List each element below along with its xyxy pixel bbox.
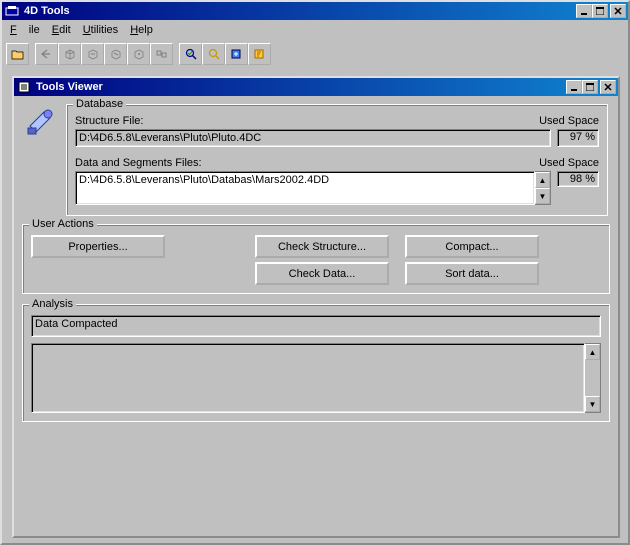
close-button[interactable] bbox=[610, 4, 626, 18]
scroll-down-icon[interactable]: ▼ bbox=[535, 188, 550, 204]
viewer-window-controls bbox=[566, 80, 616, 94]
analysis-status: Data Compacted bbox=[31, 315, 601, 337]
viewer-minimize-button[interactable] bbox=[566, 80, 582, 94]
database-group: Database Structure File: Used Space D:\4… bbox=[66, 104, 608, 216]
compact-tool-icon[interactable] bbox=[225, 43, 248, 65]
scroll-up-icon[interactable]: ▲ bbox=[585, 344, 600, 360]
analysis-scrollbar[interactable]: ▲ ▼ bbox=[585, 343, 601, 413]
structure-file-path: D:\4D6.5.8\Leverans\Pluto\Pluto.4DC bbox=[75, 129, 551, 147]
main-window: 4D Tools File Edit Utilities Help bbox=[0, 0, 630, 545]
menubar: File Edit Utilities Help bbox=[2, 20, 628, 39]
sort-tool-icon[interactable] bbox=[248, 43, 271, 65]
main-titlebar[interactable]: 4D Tools bbox=[2, 2, 628, 20]
viewer-maximize-button[interactable] bbox=[582, 80, 598, 94]
analysis-group: Analysis Data Compacted ▲ ▼ bbox=[22, 304, 610, 422]
viewer-title: Tools Viewer bbox=[34, 81, 566, 93]
data-used-space: 98 % bbox=[557, 171, 599, 187]
search-icon[interactable] bbox=[202, 43, 225, 65]
data-list-scrollbar[interactable]: ▲ ▼ bbox=[535, 171, 551, 205]
data-files-label: Data and Segments Files: bbox=[75, 157, 202, 169]
menu-utilities[interactable]: Utilities bbox=[77, 22, 124, 38]
used-space-label-2: Used Space bbox=[539, 157, 599, 169]
user-actions-legend: User Actions bbox=[29, 218, 97, 230]
tools-large-icon bbox=[24, 106, 56, 138]
viewer-icon bbox=[16, 79, 32, 95]
check-icon[interactable] bbox=[179, 43, 202, 65]
check-data-button[interactable]: Check Data... bbox=[255, 262, 389, 285]
viewer-titlebar[interactable]: Tools Viewer bbox=[14, 78, 618, 96]
minimize-button[interactable] bbox=[576, 4, 592, 18]
check-structure-button[interactable]: Check Structure... bbox=[255, 235, 389, 258]
toolbar bbox=[2, 39, 628, 69]
analysis-output bbox=[31, 343, 585, 413]
cube4-icon[interactable] bbox=[127, 43, 150, 65]
cube2-icon[interactable] bbox=[81, 43, 104, 65]
app-icon bbox=[4, 3, 20, 19]
viewer-close-button[interactable] bbox=[600, 80, 616, 94]
cube1-icon[interactable] bbox=[58, 43, 81, 65]
menu-file[interactable]: File bbox=[4, 22, 46, 38]
cubes-icon[interactable] bbox=[150, 43, 173, 65]
tools-viewer-window: Tools Viewer Database Structure File: bbox=[12, 76, 620, 538]
menu-edit[interactable]: Edit bbox=[46, 22, 77, 38]
open-icon[interactable] bbox=[6, 43, 29, 65]
structure-used-space: 97 % bbox=[557, 129, 599, 147]
main-title: 4D Tools bbox=[22, 5, 576, 17]
data-files-list[interactable]: D:\4D6.5.8\Leverans\Pluto\Databas\Mars20… bbox=[75, 171, 535, 205]
undo-icon[interactable] bbox=[35, 43, 58, 65]
database-legend: Database bbox=[73, 98, 126, 110]
scroll-up-icon[interactable]: ▲ bbox=[535, 172, 550, 188]
sort-data-button[interactable]: Sort data... bbox=[405, 262, 539, 285]
maximize-button[interactable] bbox=[592, 4, 608, 18]
list-item[interactable]: D:\4D6.5.8\Leverans\Pluto\Databas\Mars20… bbox=[79, 174, 531, 186]
user-actions-group: User Actions Properties... Check Structu… bbox=[22, 224, 610, 294]
menu-help[interactable]: Help bbox=[124, 22, 159, 38]
scroll-down-icon[interactable]: ▼ bbox=[585, 396, 600, 412]
compact-button[interactable]: Compact... bbox=[405, 235, 539, 258]
analysis-legend: Analysis bbox=[29, 298, 76, 310]
used-space-label-1: Used Space bbox=[539, 115, 599, 127]
cube3-icon[interactable] bbox=[104, 43, 127, 65]
structure-file-label: Structure File: bbox=[75, 115, 143, 127]
main-window-controls bbox=[576, 4, 626, 18]
properties-button[interactable]: Properties... bbox=[31, 235, 165, 258]
